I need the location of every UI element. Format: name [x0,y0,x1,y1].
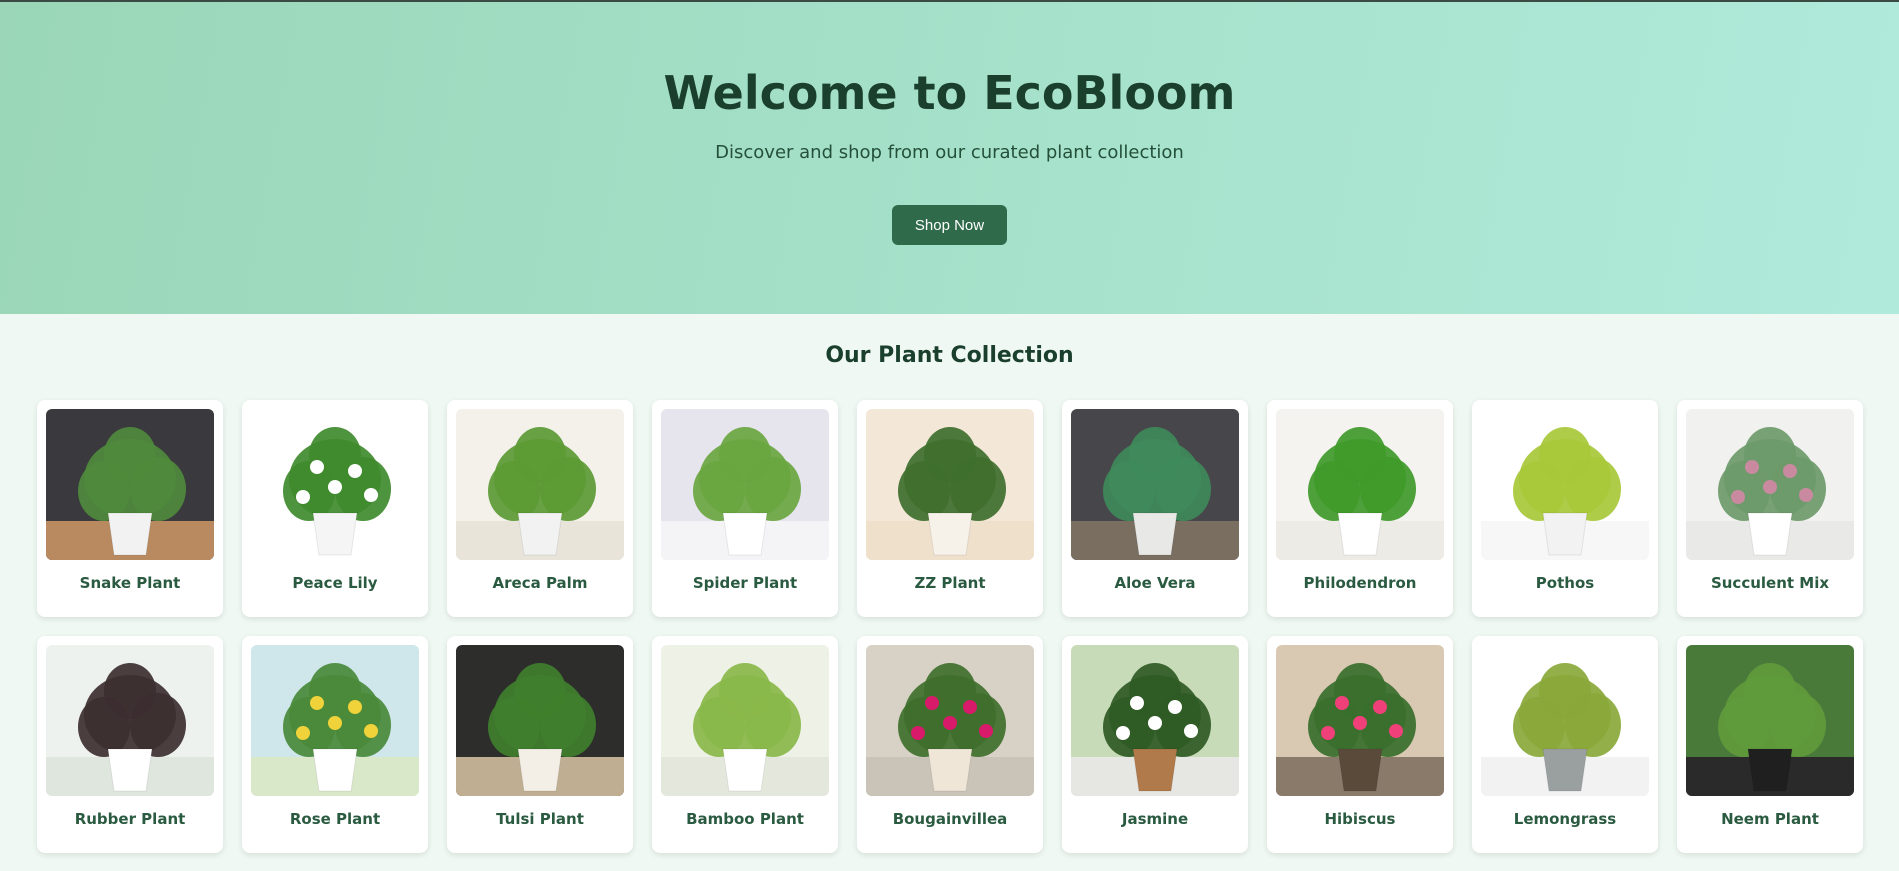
plant-image[interactable] [1481,645,1649,796]
plant-card[interactable]: Philodendron [1267,400,1453,617]
plant-image[interactable] [251,409,419,560]
plant-card[interactable]: Spider Plant [652,400,838,617]
plant-image[interactable] [1276,409,1444,560]
plant-name: Succulent Mix [1710,574,1830,592]
plant-card[interactable]: Lemongrass [1472,636,1658,853]
plant-name: Snake Plant [79,574,181,592]
plant-name: Rose Plant [289,810,381,828]
hero-subtitle: Discover and shop from our curated plant… [715,142,1184,163]
hero-banner: Welcome to EcoBloom Discover and shop fr… [0,2,1899,314]
plant-image[interactable] [1686,409,1854,560]
plant-card[interactable]: Bamboo Plant [652,636,838,853]
plant-name: Hibiscus [1324,810,1396,828]
plant-image[interactable] [1276,645,1444,796]
plant-image[interactable] [1071,409,1239,560]
plant-name: Aloe Vera [1114,574,1196,592]
plant-name: Lemongrass [1513,810,1617,828]
plant-card[interactable]: Pothos [1472,400,1658,617]
shop-now-button[interactable]: Shop Now [892,205,1007,245]
plant-name: Tulsi Plant [496,810,584,828]
plant-name: Pothos [1535,574,1595,592]
plant-card[interactable]: Snake Plant [37,400,223,617]
plant-image[interactable] [866,409,1034,560]
plant-image[interactable] [46,645,214,796]
plant-card[interactable]: Bougainvillea [857,636,1043,853]
hero-title: Welcome to EcoBloom [663,66,1236,120]
plant-card[interactable]: Succulent Mix [1677,400,1863,617]
plant-card[interactable]: Hibiscus [1267,636,1453,853]
plant-image[interactable] [46,409,214,560]
plant-name: Bamboo Plant [686,810,804,828]
plant-image[interactable] [661,409,829,560]
plant-name: Peace Lily [292,574,378,592]
plant-card[interactable]: Rubber Plant [37,636,223,853]
collection-title: Our Plant Collection [825,343,1074,368]
plant-image[interactable] [1686,645,1854,796]
plant-card[interactable]: Peace Lily [242,400,428,617]
plant-card[interactable]: Tulsi Plant [447,636,633,853]
plant-image[interactable] [866,645,1034,796]
plant-image[interactable] [456,645,624,796]
plant-card[interactable]: Areca Palm [447,400,633,617]
plant-image[interactable] [661,645,829,796]
plant-card[interactable]: Neem Plant [1677,636,1863,853]
plant-name: Jasmine [1121,810,1189,828]
plant-image[interactable] [1481,409,1649,560]
plant-name: Philodendron [1303,574,1417,592]
plant-image[interactable] [251,645,419,796]
plant-name: Neem Plant [1721,810,1819,828]
plant-name: Spider Plant [692,574,798,592]
plant-card[interactable]: Jasmine [1062,636,1248,853]
plant-grid: Snake Plant Peace Lily Areca Palm Spider Pl… [37,400,1863,853]
plant-name: Bougainvillea [892,810,1008,828]
plant-image[interactable] [1071,645,1239,796]
plant-card[interactable]: Rose Plant [242,636,428,853]
plant-name: Areca Palm [492,574,588,592]
plant-image[interactable] [456,409,624,560]
plant-name: Rubber Plant [74,810,186,828]
plant-card[interactable]: ZZ Plant [857,400,1043,617]
plant-card[interactable]: Aloe Vera [1062,400,1248,617]
plant-name: ZZ Plant [914,574,986,592]
